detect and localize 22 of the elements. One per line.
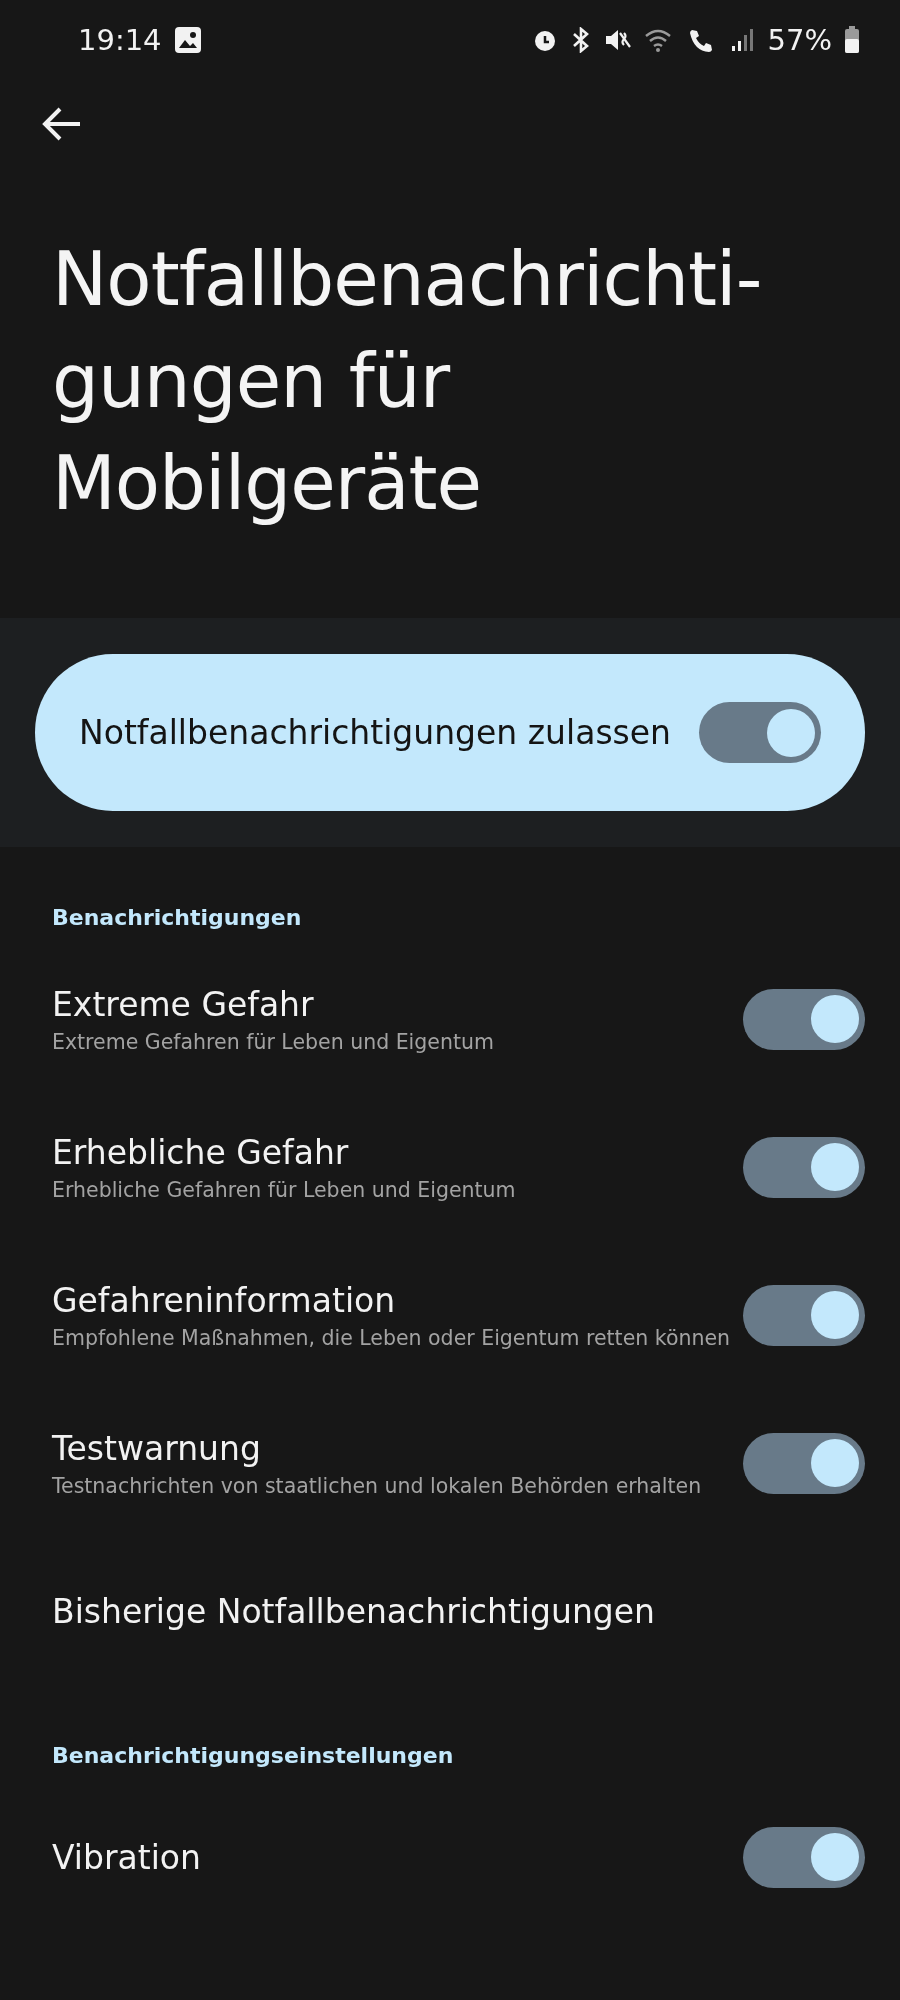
main-switch-card[interactable]: Notfallbenachrichtigungen zulassen [35,654,865,811]
main-switch-label: Notfallbenachrichtigungen zulassen [79,713,672,752]
clock-time: 19:14 [78,23,162,57]
signal-icon [729,27,756,53]
page-title: Notfallbenachrichti- gungen für Mobilgeräte [52,235,763,528]
section-header: Benachrichtigungen [52,905,303,932]
setting-description: Testnachrichten von staatlichen und lokalen Behörden erhalten [52,1473,703,1498]
setting-description: Erhebliche Gefahren für Leben und Eigentum [52,1177,517,1202]
section-header: Benachrichtigungseinstellungen [52,1743,455,1770]
toggle-switch[interactable] [699,702,821,763]
battery-percent: 57% [767,23,832,57]
setting-title: Erhebliche Gefahr [52,1132,350,1172]
settings-link[interactable]: Bisherige Notfallbenachrichtigungen [52,1591,655,1631]
setting-title: Extreme Gefahr [52,984,315,1024]
battery-icon [844,26,860,54]
setting-title: Testwarnung [52,1428,262,1468]
setting-description: Extreme Gefahren für Leben und Eigentum [52,1029,495,1054]
setting-title: Vibration [52,1837,202,1877]
image-icon [173,26,202,54]
mute-icon [603,27,632,53]
setting-description: Empfohlene Maßnahmen, die Leben oder Eigentum retten können [52,1325,732,1350]
setting-title: Gefahreninformation [52,1280,397,1320]
